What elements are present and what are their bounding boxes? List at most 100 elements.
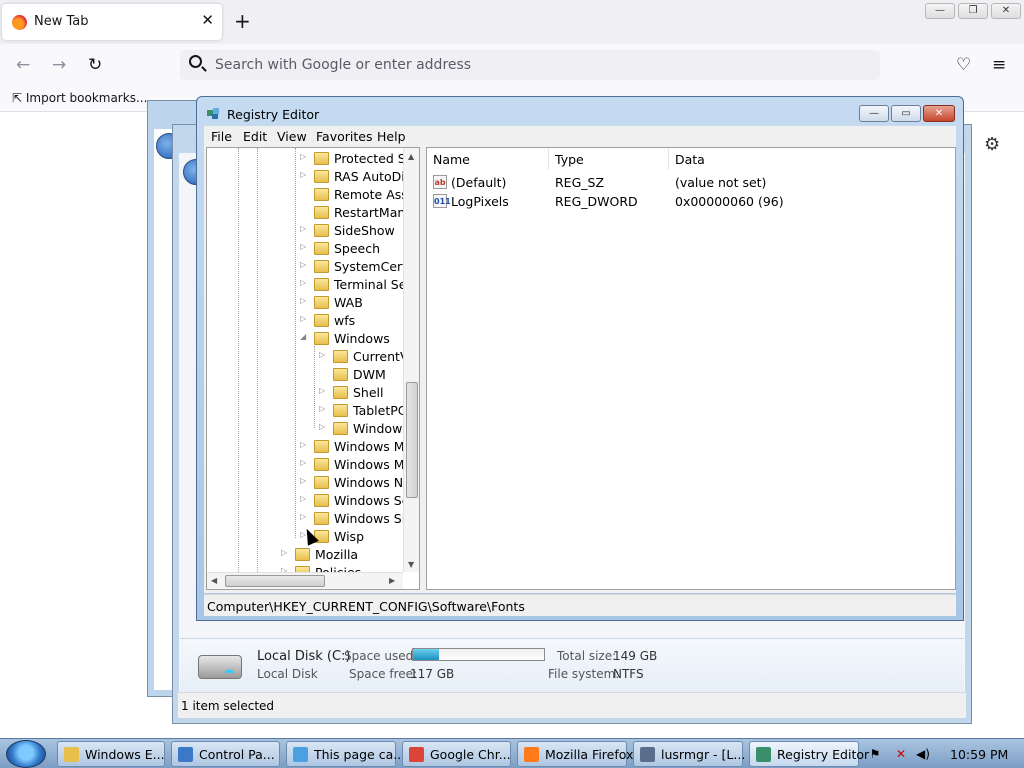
tree-horizontal-scrollbar[interactable]: ◀ ▶	[207, 572, 403, 589]
close-button[interactable]: ✕	[991, 3, 1021, 19]
expander-icon[interactable]: ▷	[281, 548, 287, 557]
taskbar-button[interactable]: Control Pa...	[171, 741, 280, 767]
value-row[interactable]: ab (Default) REG_SZ (value not set)	[427, 174, 955, 193]
minimize-button[interactable]: —	[925, 3, 955, 19]
folder-icon	[314, 206, 329, 219]
string-value-icon: ab	[433, 175, 447, 189]
scroll-down-icon[interactable]: ▼	[408, 560, 414, 569]
values-list[interactable]: Name Type Data ab (Default) REG_SZ (valu…	[426, 147, 956, 590]
taskbar-button-label: Registry Editor	[777, 747, 870, 762]
menu-edit[interactable]: Edit	[243, 129, 267, 144]
scroll-left-icon[interactable]: ◀	[211, 576, 217, 585]
maximize-button[interactable]: ▭	[891, 105, 921, 122]
back-icon[interactable]: ←	[16, 55, 30, 75]
expander-icon[interactable]: ▷	[300, 170, 306, 179]
space-free-value: 117 GB	[410, 667, 455, 681]
registry-editor-icon	[207, 108, 219, 119]
scrollbar-thumb[interactable]	[406, 382, 418, 498]
title-bar[interactable]: Registry Editor — ▭ ✕	[197, 97, 963, 125]
taskbar-button[interactable]: lusrmgr - [L...	[633, 741, 746, 767]
expander-icon[interactable]: ▷	[300, 314, 306, 323]
url-bar[interactable]: Search with Google or enter address	[180, 50, 880, 80]
disk-type: Local Disk	[257, 667, 318, 681]
taskbar-button-label: Windows E...	[85, 747, 165, 762]
firefox-icon	[12, 15, 27, 30]
tree-node-label: Wisp	[334, 529, 365, 544]
menu-icon[interactable]: ≡	[992, 55, 1006, 75]
taskbar-button[interactable]: This page ca...	[286, 741, 405, 767]
tree-node-label: Windows NT	[334, 475, 411, 490]
restore-button[interactable]: ❐	[958, 3, 988, 19]
reload-icon[interactable]: ↻	[88, 55, 102, 75]
value-data: (value not set)	[675, 175, 767, 190]
taskbar-button-label: This page ca...	[314, 747, 406, 762]
explorer-status-bar: 1 item selected	[178, 692, 966, 718]
menu-view[interactable]: View	[277, 129, 307, 144]
column-type[interactable]: Type	[549, 148, 669, 170]
taskbar-button[interactable]: Registry Editor	[749, 741, 869, 767]
url-placeholder: Search with Google or enter address	[215, 57, 472, 73]
expander-icon[interactable]: ▷	[300, 494, 306, 503]
folder-icon	[314, 512, 329, 525]
scroll-up-icon[interactable]: ▲	[408, 152, 414, 161]
tree-node-label: Windows	[334, 331, 390, 346]
taskbar-button[interactable]: Mozilla Firefox	[517, 741, 633, 767]
tree-vertical-scrollbar[interactable]: ▲ ▼	[403, 148, 419, 572]
taskbar-button[interactable]: Windows E...	[57, 741, 165, 767]
key-tree[interactable]: ▷Protected Stor▷RAS AutoDialRemote Assis…	[206, 147, 420, 590]
volume-icon[interactable]: ◀)	[916, 747, 930, 761]
expander-icon[interactable]: ▷	[319, 350, 325, 359]
menu-file[interactable]: File	[211, 129, 232, 144]
minimize-button[interactable]: —	[859, 105, 889, 122]
folder-icon	[314, 224, 329, 237]
expander-icon[interactable]: ▷	[300, 152, 306, 161]
value-type: REG_SZ	[555, 175, 605, 190]
new-tab-button[interactable]: +	[234, 9, 251, 33]
expander-icon[interactable]: ▷	[300, 476, 306, 485]
taskbar-button-label: lusrmgr - [L...	[661, 747, 746, 762]
expander-icon[interactable]: ▷	[300, 440, 306, 449]
column-data[interactable]: Data	[669, 148, 955, 170]
scroll-right-icon[interactable]: ▶	[389, 576, 395, 585]
status-bar: Computer\HKEY_CURRENT_CONFIG\Software\Fo…	[204, 594, 956, 616]
start-button[interactable]	[6, 740, 46, 768]
menu-favorites[interactable]: Favorites	[316, 129, 372, 144]
pocket-icon[interactable]: ♡	[956, 55, 971, 75]
tab-title: New Tab	[34, 14, 89, 29]
value-row[interactable]: 011 LogPixels REG_DWORD 0x00000060 (96)	[427, 193, 955, 212]
value-name: (Default)	[451, 175, 507, 190]
taskbar: Windows E... Control Pa... This page ca...…	[0, 738, 1024, 768]
network-icon[interactable]: ✕	[894, 747, 908, 761]
tab-close-icon[interactable]: ✕	[201, 11, 214, 29]
import-bookmarks-label: Import bookmarks...	[25, 91, 148, 105]
gear-icon[interactable]: ⚙	[984, 134, 1000, 155]
expander-icon[interactable]: ▷	[300, 278, 306, 287]
action-center-icon[interactable]: ⚑	[868, 747, 882, 761]
expander-icon[interactable]: ▷	[300, 296, 306, 305]
expander-icon[interactable]: ▷	[300, 458, 306, 467]
browser-tab[interactable]: New Tab ✕	[2, 4, 222, 40]
expander-icon[interactable]: ▷	[319, 404, 325, 413]
expander-icon[interactable]: ▷	[319, 422, 325, 431]
expander-icon[interactable]: ▷	[300, 260, 306, 269]
folder-icon	[314, 314, 329, 327]
app-icon	[64, 747, 79, 762]
expander-icon[interactable]: ▷	[300, 512, 306, 521]
close-button[interactable]: ✕	[923, 105, 955, 122]
tree-node-label: TabletPC	[353, 403, 407, 418]
menu-help[interactable]: Help	[377, 129, 406, 144]
forward-icon[interactable]: →	[52, 55, 66, 75]
folder-icon	[314, 458, 329, 471]
file-system-value: NTFS	[613, 667, 644, 681]
expander-icon[interactable]: ▷	[300, 242, 306, 251]
column-name[interactable]: Name	[427, 148, 549, 170]
tree-node-label: SideShow	[334, 223, 395, 238]
taskbar-button[interactable]: Google Chr...	[402, 741, 511, 767]
file-system-label: File system:	[548, 667, 620, 681]
expander-icon[interactable]: ▷	[319, 386, 325, 395]
clock[interactable]: 10:59 PM	[950, 747, 1008, 762]
expander-icon[interactable]: ◢	[300, 332, 306, 341]
scrollbar-thumb[interactable]	[225, 575, 325, 587]
import-bookmarks-link[interactable]: ⇱ Import bookmarks...	[12, 91, 147, 105]
expander-icon[interactable]: ▷	[300, 224, 306, 233]
